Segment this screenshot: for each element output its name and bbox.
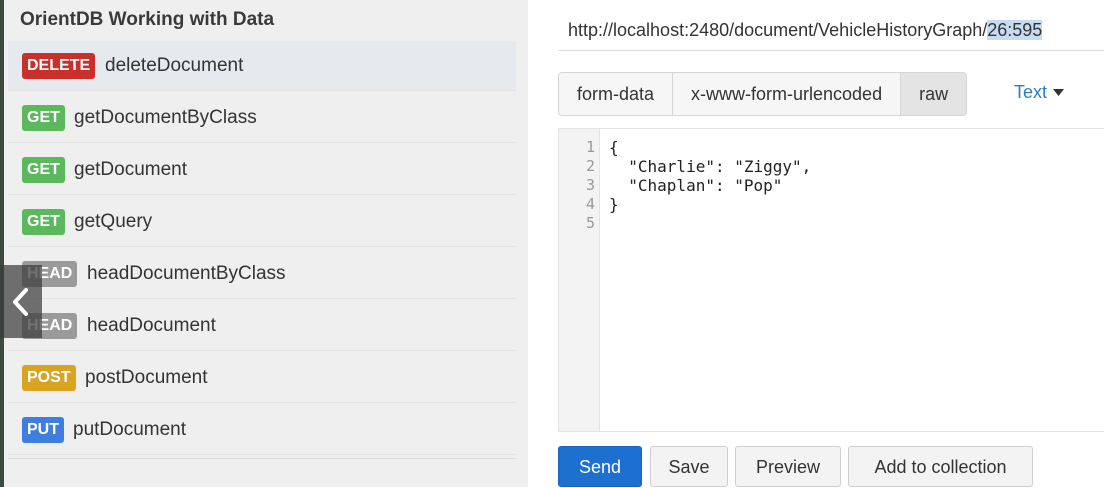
line-number: 2 [585, 157, 595, 175]
url-text: http://localhost:2480/document/VehicleHi… [568, 20, 1043, 41]
method-badge-put: PUT [22, 417, 64, 443]
chevron-left-icon [13, 287, 28, 316]
url-input[interactable]: http://localhost:2480/document/VehicleHi… [558, 8, 1104, 51]
request-name: getQuery [74, 211, 153, 232]
request-name: getDocumentByClass [74, 107, 257, 128]
collection-title: OrientDB Working with Data [20, 9, 275, 30]
method-badge-post: POST [22, 365, 76, 391]
request-name: deleteDocument [105, 55, 244, 76]
request-item-getDocument[interactable]: GET getDocument [8, 145, 516, 195]
sidebar: OrientDB Working with Data DELETE delete… [0, 0, 528, 487]
url-prefix: http://localhost:2480/document/VehicleHi… [568, 20, 988, 40]
format-dropdown[interactable]: Text [1014, 82, 1065, 103]
request-name: postDocument [85, 367, 208, 388]
code-line: "Charlie": "Ziggy", [609, 157, 812, 176]
sidebar-divider [8, 458, 516, 459]
tab-x-www-form-urlencoded[interactable]: x-www-form-urlencoded [673, 73, 902, 115]
request-name: headDocumentByClass [87, 263, 286, 284]
raw-body-editor[interactable]: 1 2 3 4 5 { "Charlie": "Ziggy", "Chaplan… [558, 128, 1104, 432]
line-number: 3 [585, 176, 595, 194]
request-name: headDocument [87, 315, 216, 336]
tab-form-data[interactable]: form-data [559, 73, 674, 115]
request-item-postDocument[interactable]: POST postDocument [8, 353, 516, 403]
preview-button[interactable]: Preview [735, 446, 841, 487]
body-type-tabs: form-data x-www-form-urlencoded raw [558, 72, 968, 116]
request-name: putDocument [73, 419, 187, 440]
request-item-headDocumentByClass[interactable]: HEAD headDocumentByClass [8, 249, 516, 299]
request-item-headDocument[interactable]: HEAD headDocument [8, 301, 516, 351]
method-badge-get: GET [22, 209, 65, 235]
request-item-getQuery[interactable]: GET getQuery [8, 197, 516, 247]
line-number-gutter: 1 2 3 4 5 [559, 129, 600, 431]
caret-down-icon [1053, 89, 1065, 96]
request-item-deleteDocument[interactable]: DELETE deleteDocument [8, 41, 516, 91]
line-number: 1 [585, 138, 595, 156]
line-number: 4 [585, 195, 595, 213]
add-to-collection-button[interactable]: Add to collection [848, 446, 1033, 487]
collapse-sidebar-button[interactable] [0, 265, 42, 338]
request-item-putDocument[interactable]: PUT putDocument [8, 405, 516, 455]
code-line: { [609, 138, 619, 157]
method-badge-get: GET [22, 105, 65, 131]
format-dropdown-label: Text [1014, 82, 1048, 102]
method-badge-delete: DELETE [22, 53, 96, 79]
code-line: "Chaplan": "Pop" [609, 176, 783, 195]
save-button[interactable]: Save [650, 446, 728, 487]
code-line: } [609, 195, 619, 214]
request-item-getDocumentByClass[interactable]: GET getDocumentByClass [8, 93, 516, 143]
tab-raw[interactable]: raw [901, 73, 967, 115]
line-number: 5 [585, 214, 595, 232]
send-button[interactable]: Send [558, 446, 642, 487]
method-badge-get: GET [22, 157, 65, 183]
request-name: getDocument [74, 159, 188, 180]
url-selected-text: 26:595 [987, 20, 1043, 40]
